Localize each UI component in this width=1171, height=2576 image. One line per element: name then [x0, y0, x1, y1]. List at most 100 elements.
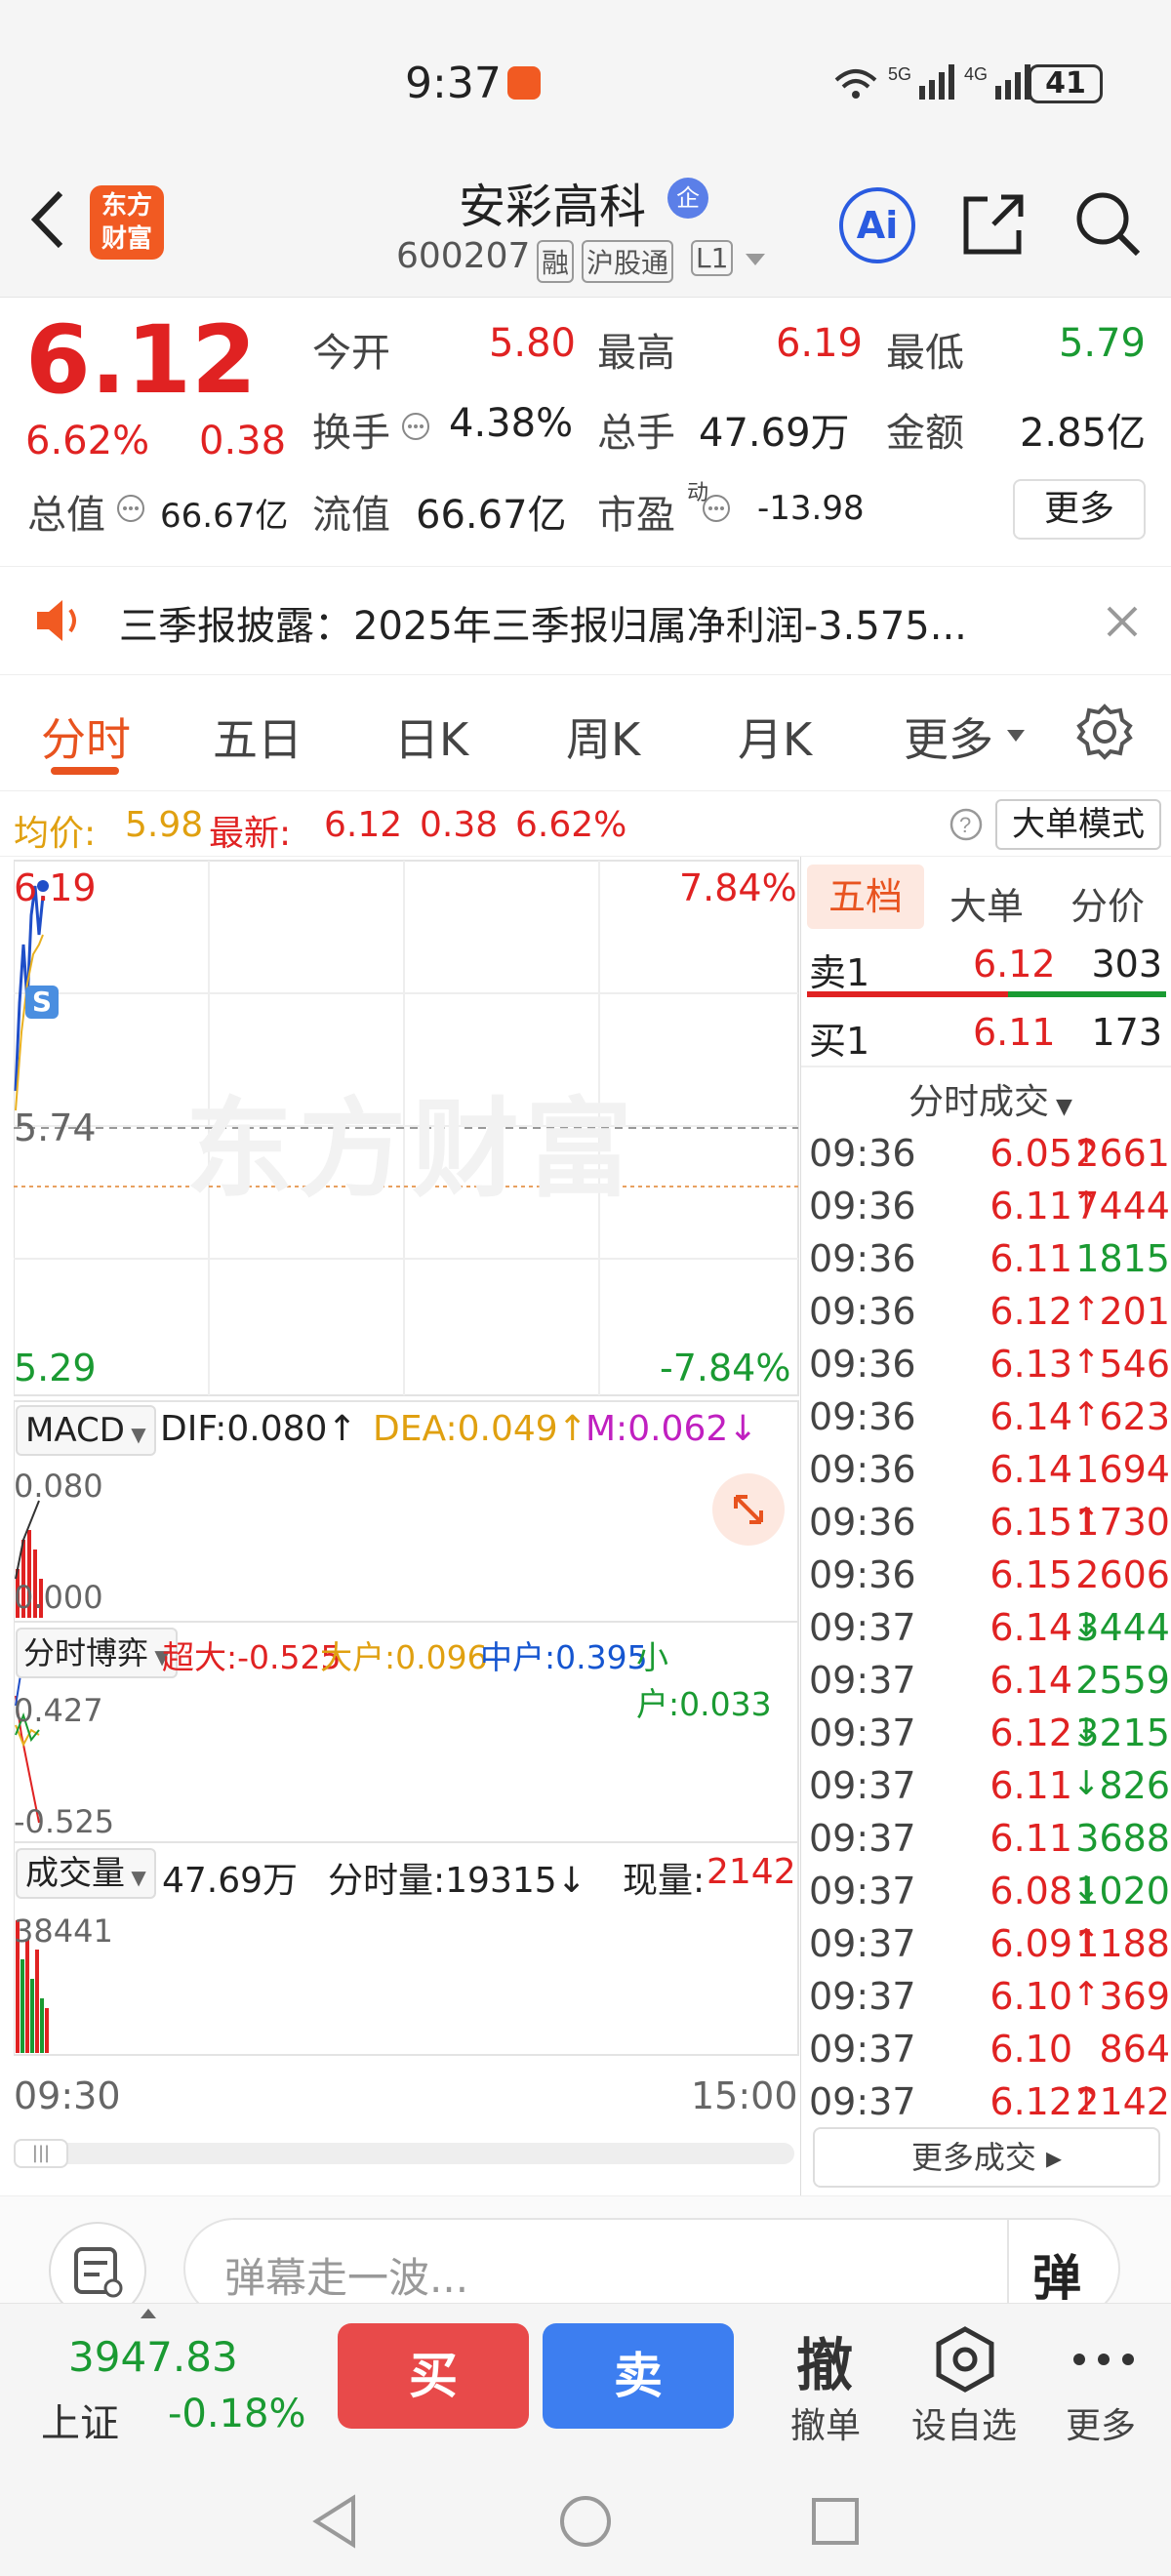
status-bar: 9:37 5G 4G 41 [0, 0, 1171, 166]
info-icon[interactable] [115, 493, 146, 524]
tick-price: 6.15 [989, 1553, 1072, 1596]
nav-home-icon[interactable] [556, 2492, 615, 2551]
more-dots-icon[interactable] [1070, 2345, 1138, 2374]
tab-price-distribution[interactable]: 分价 [1070, 876, 1145, 930]
tick-volume: 201 [1099, 1290, 1170, 1333]
chart-grid [14, 860, 799, 2056]
nav-recent-icon[interactable] [808, 2494, 863, 2549]
index-value[interactable]: 3947.83 [68, 2333, 238, 2381]
share-icon[interactable] [958, 189, 1029, 260]
tab-intraday[interactable]: 分时 [41, 704, 131, 769]
tick-price: 6.15 [989, 1501, 1072, 1544]
current-price: 6.12 [25, 305, 257, 415]
volume-selector[interactable]: 成交量 ▼ [16, 1848, 156, 1899]
tick-trade-row: 09:37 6.12 ↓ 3215 [809, 1711, 1170, 1764]
macd-dif: DIF:0.080↑ [160, 1409, 357, 1449]
tick-direction-arrow: ↑ [1072, 1975, 1101, 2014]
settings-gear-icon[interactable] [1075, 703, 1134, 761]
macd-selector[interactable]: MACD ▼ [16, 1405, 156, 1456]
svg-text:4G: 4G [964, 64, 988, 84]
ai-assistant-button[interactable]: Ai [839, 187, 915, 263]
latest-value: 6.12 [324, 805, 403, 845]
cancel-order-label[interactable]: 撤单 [790, 2397, 861, 2448]
tick-trade-row: 09:36 6.13 ↑ 546 [809, 1343, 1170, 1395]
amount-value: 2.85亿 [1019, 411, 1146, 456]
tick-trades-title[interactable]: 分时成交 ▼ [909, 1073, 1072, 1124]
quote-panel: 6.12 6.62% 0.38 总值 66.67亿 今开 5.80 最高 6.1… [0, 298, 1171, 566]
open-value: 5.80 [488, 321, 576, 366]
tab-five-day[interactable]: 五日 [213, 704, 303, 769]
close-icon[interactable] [1103, 602, 1142, 641]
scroll-handle[interactable]: ||| [14, 2139, 68, 2168]
tab-five-levels[interactable]: 五档 [807, 865, 924, 929]
search-icon[interactable] [1071, 187, 1142, 258]
tick-direction-arrow: ↑ [1072, 1343, 1101, 1382]
expand-icon[interactable] [712, 1473, 785, 1546]
buy-button[interactable]: 买 [338, 2323, 529, 2429]
tick-trade-row: 09:36 6.05 ↑ 2661 [809, 1132, 1170, 1185]
margin-tag: 融 [537, 240, 575, 283]
danmu-toggle-button[interactable]: 弹 [1032, 2239, 1081, 2310]
comment-bar: 弹幕走一波... 弹 [0, 2195, 1171, 2321]
notice-bar[interactable]: 三季报披露：2025年三季报归属净利润-3.575... [0, 566, 1171, 675]
sell-button[interactable]: 卖 [543, 2323, 734, 2429]
capital-game-selector-label: 分时博弈 [23, 1634, 149, 1671]
help-icon[interactable]: ? [949, 807, 984, 842]
more-label[interactable]: 更多 [1066, 2397, 1136, 2448]
intraday-summary: 均价: 5.98 最新: 6.12 0.38 6.62% ? 大单模式 [0, 790, 1171, 857]
back-icon[interactable] [23, 185, 72, 254]
tick-price: 6.08 [989, 1870, 1072, 1912]
tick-direction-arrow: ↑ [1072, 1290, 1101, 1329]
price-axis-top: 6.19 [14, 866, 97, 909]
watchlist-icon[interactable] [931, 2325, 999, 2394]
sell-signal-marker[interactable]: S [25, 986, 59, 1019]
tick-volume: 1694 [1075, 1448, 1170, 1491]
tick-time: 09:36 [809, 1237, 916, 1280]
game-large: 大户:0.096 [320, 1638, 488, 1676]
tab-more[interactable]: 更多 [904, 704, 993, 769]
info-icon[interactable] [701, 493, 732, 524]
more-trades-button[interactable]: 更多成交 ▸ [813, 2127, 1160, 2188]
nav-back-icon[interactable] [308, 2492, 361, 2551]
tick-trade-row: 09:37 6.10 ↑ 369 [809, 1975, 1170, 2028]
tick-trade-row: 09:36 6.14 ↑ 623 [809, 1395, 1170, 1448]
tick-volume: 1188 [1075, 1922, 1170, 1965]
macd-selector-label: MACD [25, 1411, 125, 1450]
tab-daily-k[interactable]: 日K [394, 704, 468, 769]
large-order-mode-button[interactable]: 大单模式 [995, 799, 1161, 850]
low-value: 5.79 [1058, 321, 1146, 366]
volume-total: 47.69万 [162, 1861, 299, 1901]
tick-price: 6.09 [989, 1922, 1072, 1965]
tick-price: 6.14 [989, 1659, 1072, 1702]
chevron-down-icon[interactable] [744, 250, 767, 269]
tick-price: 6.10 [989, 1975, 1072, 2018]
info-icon[interactable] [400, 411, 431, 442]
time-scrollbar[interactable] [14, 2143, 794, 2164]
tick-volume: 2559 [1075, 1659, 1170, 1702]
index-name[interactable]: 上证 [41, 2392, 119, 2448]
intraday-chart[interactable]: 东方财富 6.19 5.74 5.29 7.84% -7.84% S MACD … [0, 857, 800, 2195]
tab-large-orders[interactable]: 大单 [949, 876, 1024, 930]
macd-m: M:0.062↓ [586, 1409, 758, 1449]
more-quote-button[interactable]: 更多 [1013, 479, 1146, 540]
volume-now-value: 2142 [707, 1852, 796, 1892]
volume-now-label: 现量: [623, 1861, 706, 1901]
tab-monthly-k[interactable]: 月K [738, 704, 812, 769]
tick-price: 6.10 [989, 2028, 1072, 2071]
tick-price: 6.13 [989, 1343, 1072, 1386]
capital-game-selector[interactable]: 分时博弈 ▼ [16, 1628, 178, 1678]
tick-time: 09:36 [809, 1185, 916, 1228]
high-value: 6.19 [775, 321, 863, 366]
cancel-icon[interactable]: 撤 [796, 2319, 853, 2401]
volume-value: 47.69万 [699, 411, 850, 456]
macd-axis-bottom: 0.000 [14, 1579, 103, 1616]
tick-volume: 1020 [1075, 1870, 1170, 1912]
notice-text: 三季报披露：2025年三季报归属净利润-3.575... [119, 604, 967, 649]
divider [801, 1066, 1171, 1067]
pct-axis-top: 7.84% [679, 866, 797, 909]
tab-weekly-k[interactable]: 周K [566, 704, 640, 769]
add-watchlist-label[interactable]: 设自选 [911, 2397, 1017, 2448]
volume-selector-label: 成交量 [25, 1854, 125, 1893]
tick-volume: 3444 [1075, 1606, 1170, 1649]
tick-trade-row: 09:37 6.14 2559 [809, 1659, 1170, 1711]
